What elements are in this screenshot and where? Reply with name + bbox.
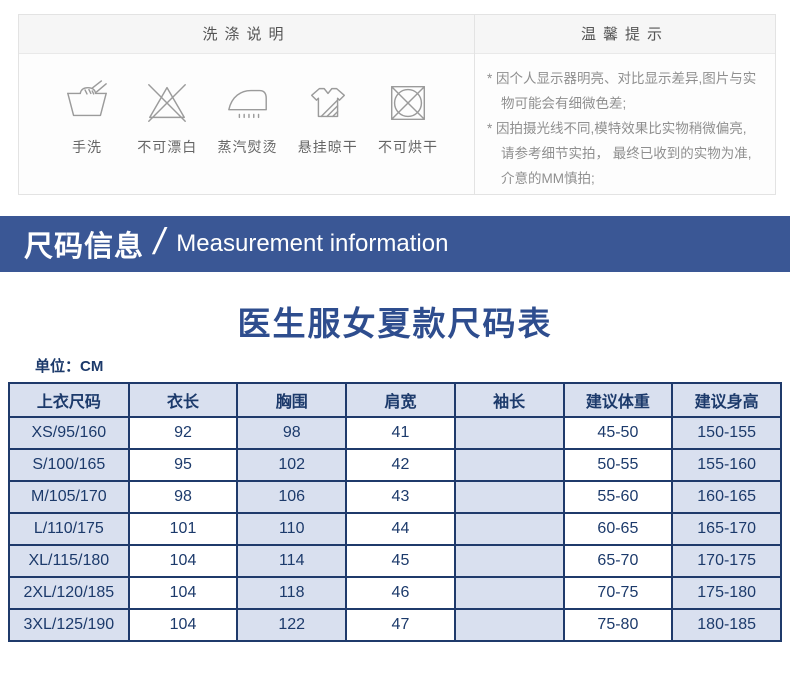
- table-cell: 50-55: [562, 448, 674, 482]
- unit-label: 单位：CM: [35, 358, 104, 375]
- table-row: 2XL/120/185 104 118 46 70-75 175-180: [8, 576, 782, 610]
- table-cell: 98: [127, 480, 239, 514]
- care-item-label: 不可漂白: [137, 139, 198, 155]
- table-cell: [453, 416, 565, 450]
- care-item-hang-dry: 悬挂晾干: [288, 80, 368, 157]
- table-cell: XL/115/180: [8, 544, 130, 578]
- care-item-hand-wash: 手洗: [47, 80, 127, 157]
- table-cell: M/105/170: [8, 480, 130, 514]
- size-table-body: XS/95/160 92 98 41 45-50 150-155 S/100/165 95 10…: [8, 416, 782, 642]
- size-chart-title: 医生服女夏款尺码表: [237, 305, 553, 342]
- table-cell: 114: [236, 544, 348, 578]
- table-cell: 47: [345, 608, 456, 642]
- table-row: 3XL/125/190 104 122 47 75-80 180-185: [8, 608, 782, 642]
- table-cell: 165-170: [671, 512, 782, 546]
- hand-wash-icon: [67, 80, 107, 117]
- banner-slash: /: [154, 221, 165, 262]
- table-cell: [453, 480, 565, 514]
- column-header: 上衣尺码: [8, 382, 130, 418]
- table-cell: 98: [236, 416, 348, 450]
- table-row: XL/115/180 104 114 45 65-70 170-175: [8, 544, 782, 578]
- table-cell: [453, 608, 565, 642]
- table-cell: L/110/175: [8, 512, 130, 546]
- care-item-label: 蒸汽熨烫: [217, 139, 278, 155]
- care-item-steam-iron: 蒸汽熨烫: [208, 80, 288, 157]
- table-cell: 43: [345, 480, 456, 514]
- care-item-no-tumble-dry: 不可烘干: [368, 80, 448, 157]
- table-cell: XS/95/160: [8, 416, 130, 450]
- column-header: 建议体重: [562, 382, 674, 418]
- table-row: M/105/170 98 106 43 55-60 160-165: [8, 480, 782, 514]
- table-cell: [453, 448, 565, 482]
- table-cell: 75-80: [562, 608, 674, 642]
- column-header: 建议身高: [671, 382, 782, 418]
- wash-instructions-panel: 洗涤说明 手洗 不可漂白 蒸汽熨烫 悬挂晾干 不可烘干: [19, 15, 475, 194]
- table-cell: [453, 544, 565, 578]
- no-tumble-dry-icon: [390, 85, 426, 121]
- table-cell: 102: [236, 448, 348, 482]
- banner-title-zh: 尺码信息: [24, 231, 145, 263]
- care-item-label: 悬挂晾干: [297, 139, 358, 155]
- care-item-label: 不可烘干: [378, 139, 438, 155]
- table-cell: 45: [345, 544, 456, 578]
- table-cell: 160-165: [671, 480, 782, 514]
- table-cell: [453, 512, 565, 546]
- banner-title-en: Measurement information: [176, 230, 449, 257]
- steam-iron-icon: [227, 89, 267, 119]
- tip-line: * 因个人显示器明亮、对比显示差异,图片与实物可能会有细微色差;: [487, 71, 757, 111]
- table-cell: 101: [127, 512, 239, 546]
- table-cell: 122: [236, 608, 348, 642]
- column-header: 袖长: [453, 382, 565, 418]
- table-row: L/110/175 101 110 44 60-65 165-170: [8, 512, 782, 546]
- table-cell: 118: [236, 576, 348, 610]
- table-cell: 104: [127, 576, 239, 610]
- size-table-head-row: 上衣尺码 衣长 胸围 肩宽 袖长 建议体重 建议身高: [8, 382, 782, 418]
- care-item-no-bleach: 不可漂白: [127, 80, 207, 157]
- table-cell: 104: [127, 608, 239, 642]
- table-cell: 41: [345, 416, 456, 450]
- table-cell: 155-160: [671, 448, 782, 482]
- table-cell: 2XL/120/185: [8, 576, 130, 610]
- table-cell: 170-175: [671, 544, 782, 578]
- table-cell: 42: [345, 448, 456, 482]
- table-cell: 104: [127, 544, 239, 578]
- column-header: 衣长: [127, 382, 239, 418]
- table-cell: [453, 576, 565, 610]
- tip-line: * 因拍摄光线不同,模特效果比实物稍微偏亮, 请参考细节实拍， 最终已收到的实物…: [487, 120, 752, 186]
- table-cell: 92: [127, 416, 239, 450]
- table-cell: 60-65: [562, 512, 674, 546]
- tips-body: * 因个人显示器明亮、对比显示差异,图片与实物可能会有细微色差; * 因拍摄光线…: [475, 54, 775, 192]
- hang-dry-icon: [310, 87, 345, 118]
- table-cell: 55-60: [562, 480, 674, 514]
- column-header: 胸围: [236, 382, 348, 418]
- measurement-banner: 尺码信息 / Measurement information: [0, 216, 790, 272]
- table-cell: 45-50: [562, 416, 674, 450]
- tips-title: 温馨提示: [475, 15, 775, 54]
- table-cell: 70-75: [562, 576, 674, 610]
- table-row: S/100/165 95 102 42 50-55 155-160: [8, 448, 782, 482]
- table-row: XS/95/160 92 98 41 45-50 150-155: [8, 416, 782, 450]
- care-section: 洗涤说明 手洗 不可漂白 蒸汽熨烫 悬挂晾干 不可烘干 温馨提示 * 因个人显示…: [18, 14, 776, 195]
- table-cell: 3XL/125/190: [8, 608, 130, 642]
- tips-panel: 温馨提示 * 因个人显示器明亮、对比显示差异,图片与实物可能会有细微色差; * …: [475, 15, 775, 194]
- column-header: 肩宽: [345, 382, 456, 418]
- no-bleach-icon: [148, 84, 187, 122]
- table-cell: S/100/165: [8, 448, 130, 482]
- table-cell: 44: [345, 512, 456, 546]
- table-cell: 180-185: [671, 608, 782, 642]
- size-table: 上衣尺码 衣长 胸围 肩宽 袖长 建议体重 建议身高 XS/95/160 92 98 41 45-5…: [8, 382, 782, 642]
- table-cell: 95: [127, 448, 239, 482]
- table-cell: 65-70: [562, 544, 674, 578]
- care-icons-row: 手洗 不可漂白 蒸汽熨烫 悬挂晾干 不可烘干: [19, 54, 474, 157]
- table-cell: 150-155: [671, 416, 782, 450]
- table-cell: 106: [236, 480, 348, 514]
- wash-instructions-title: 洗涤说明: [19, 15, 474, 54]
- table-cell: 175-180: [671, 576, 782, 610]
- care-item-label: 手洗: [72, 139, 102, 155]
- table-cell: 46: [345, 576, 456, 610]
- table-cell: 110: [236, 512, 348, 546]
